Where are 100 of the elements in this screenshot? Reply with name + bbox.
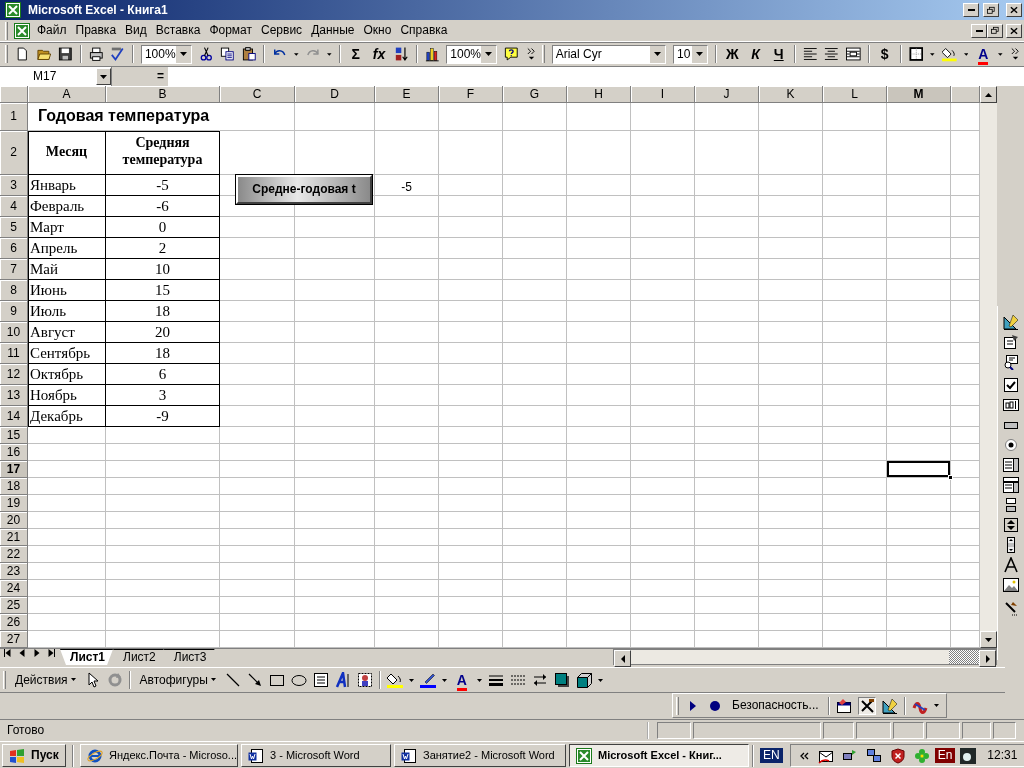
scrollbar-thumb[interactable] [949,650,979,664]
fill-color-icon[interactable] [386,672,403,688]
design-mode-button[interactable] [857,696,876,715]
italic-button[interactable]: К [746,45,765,63]
paste-icon[interactable] [241,46,257,62]
autoshapes-menu[interactable]: Автофигуры [136,672,219,688]
combo-box-icon[interactable] [1003,477,1019,493]
column-header[interactable]: D [295,86,375,103]
toggle-button-icon[interactable] [1003,497,1019,513]
selected-cell[interactable] [887,461,951,478]
taskbar-button[interactable]: Яндекс.Почта - Microso... [80,744,238,767]
row-header[interactable]: 10 [0,322,28,343]
shield-icon[interactable] [889,747,906,764]
row-header[interactable]: 3 [0,175,28,196]
row-header[interactable]: 5 [0,217,28,238]
more-controls-icon[interactable] [1003,600,1019,616]
column-header[interactable]: A [28,86,106,103]
rectangle-icon[interactable] [268,672,285,688]
spin-button-icon[interactable] [1003,517,1019,533]
caret-icon[interactable] [408,678,414,682]
view-code-icon[interactable] [1003,354,1019,370]
minimize-button[interactable] [963,3,979,17]
row-header[interactable]: 9 [0,301,28,322]
row-header[interactable]: 8 [0,280,28,301]
column-header[interactable] [951,86,980,103]
radio-button-icon[interactable] [1003,437,1019,453]
image-icon[interactable] [1003,577,1019,593]
text-box-icon[interactable] [1003,397,1019,413]
row-header[interactable]: 17 [0,461,28,478]
row-header[interactable]: 19 [0,495,28,512]
merge-center-icon[interactable] [846,46,861,62]
cut-icon[interactable] [198,46,214,62]
caret-icon[interactable] [998,52,1003,56]
font-color-button[interactable]: A [451,671,472,689]
column-header[interactable]: E [375,86,439,103]
label-icon[interactable] [1003,557,1019,573]
zoom-dropdown[interactable]: 100% [446,44,498,64]
menu-item[interactable]: Правка [71,23,122,38]
menu-item[interactable]: Вставка [151,23,206,38]
ellipse-icon[interactable] [290,672,307,688]
menu-item[interactable]: Справка [396,23,453,38]
font-size-dropdown[interactable]: 10 [673,44,709,64]
row-header[interactable]: 7 [0,259,28,280]
menu-item[interactable]: Вид [121,23,152,38]
row-header[interactable]: 6 [0,238,28,259]
row-header[interactable]: 4 [0,196,28,217]
3d-icon[interactable] [575,672,592,688]
actions-menu[interactable]: Действия [12,672,79,688]
menu-item[interactable]: Данные [307,23,360,38]
column-header[interactable]: G [503,86,567,103]
font-dropdown[interactable]: Arial Cyr [551,44,667,64]
close-button[interactable] [1006,23,1022,38]
column-header[interactable]: B [106,86,220,103]
equals-button[interactable]: = [112,67,168,86]
computers-icon[interactable] [865,747,882,764]
row-header[interactable]: 14 [0,406,28,427]
caret-icon[interactable] [933,704,939,707]
list-box-icon[interactable] [1003,457,1019,473]
row-header[interactable]: 22 [0,546,28,563]
checkbox-icon[interactable] [1003,377,1019,393]
arrow-style-icon[interactable] [531,672,548,688]
menu-item[interactable]: Файл [33,23,72,38]
help-icon[interactable] [504,46,519,62]
wordart-icon[interactable] [334,672,351,688]
function-button[interactable]: fx [369,45,389,63]
spelling-icon[interactable] [110,46,125,62]
line-color-icon[interactable] [419,672,436,688]
zoom-dropdown[interactable]: 100% [140,44,192,64]
vertical-scrollbar[interactable] [980,86,997,648]
underline-button[interactable]: Ч [769,45,788,63]
sort-icon[interactable] [394,46,409,62]
caret-icon[interactable] [963,52,969,56]
more-icon[interactable] [1010,46,1020,62]
fill-color-icon[interactable] [942,46,957,62]
column-header[interactable]: C [220,86,295,103]
column-header[interactable]: F [439,86,503,103]
horizontal-scrollbar[interactable] [613,649,997,665]
visual-basic-editor-icon[interactable] [835,697,852,714]
column-header[interactable]: M [887,86,951,103]
caret-icon[interactable] [597,678,603,682]
start-button[interactable]: Пуск [2,744,66,767]
row-header[interactable]: 20 [0,512,28,529]
taskbar-button[interactable]: 3 - Microsoft Word [241,744,391,767]
row-header[interactable]: 11 [0,343,28,364]
keyboard-layout-indicator[interactable]: En [934,748,956,763]
restore-button[interactable] [983,3,999,17]
column-header[interactable]: L [823,86,887,103]
caret-icon[interactable] [476,678,482,682]
select-all-button[interactable] [0,86,28,103]
restore-button[interactable] [987,23,1003,38]
line-style-icon[interactable] [487,672,504,688]
dash-style-icon[interactable] [509,672,526,688]
row-header[interactable]: 18 [0,478,28,495]
menu-item[interactable]: Формат [205,23,258,38]
properties-icon[interactable] [1003,334,1019,350]
caret-icon[interactable] [930,52,936,56]
taskbar-button[interactable]: Занятие2 - Microsoft Word [394,744,566,767]
row-header[interactable]: 23 [0,563,28,580]
row-header[interactable]: 15 [0,427,28,444]
borders-icon[interactable] [908,46,924,62]
